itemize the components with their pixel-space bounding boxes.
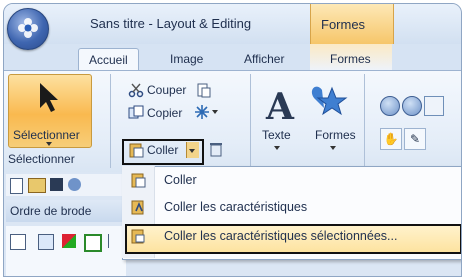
preview-icon[interactable] xyxy=(68,178,81,191)
shapes-button-label[interactable]: Formes xyxy=(315,128,356,142)
clipboard-icon xyxy=(129,143,144,158)
copy-icon xyxy=(128,105,144,119)
panel-title: Ordre de brode xyxy=(10,204,92,218)
quick-access-toolbar xyxy=(6,174,126,196)
paste-selected-properties-icon xyxy=(131,229,145,244)
zoom-in-icon[interactable] xyxy=(380,96,400,116)
tab-afficher[interactable]: Afficher xyxy=(244,48,284,70)
chevron-down-icon xyxy=(274,146,280,150)
text-icon: A xyxy=(266,86,294,128)
sparkle-icon[interactable] xyxy=(194,104,210,120)
tab-formes[interactable]: Formes xyxy=(330,48,371,70)
chevron-down-icon xyxy=(189,149,195,153)
pan-hand-icon[interactable]: ✋ xyxy=(380,128,402,150)
tab-image[interactable]: Image xyxy=(170,48,203,70)
tree-icon[interactable] xyxy=(38,234,54,250)
frame-icon[interactable] xyxy=(84,234,102,252)
tab-row xyxy=(4,44,461,70)
menu-item-paste-properties[interactable]: Coller les caractéristiques xyxy=(164,200,307,214)
app-window: Sans titre - Layout & Editing Formes Acc… xyxy=(3,3,462,277)
chevron-down-icon xyxy=(212,110,218,114)
app-menu-button[interactable] xyxy=(7,8,49,50)
group-separator xyxy=(364,74,365,168)
cut-button[interactable]: Couper xyxy=(147,83,186,97)
chevron-down-icon xyxy=(46,142,52,146)
group-separator xyxy=(110,74,111,168)
context-tab-label: Formes xyxy=(321,17,366,32)
cursor-arrow-icon xyxy=(40,83,58,112)
chevron-down-icon xyxy=(330,146,336,150)
open-folder-icon[interactable] xyxy=(28,178,46,193)
measure-icon[interactable]: ✎ xyxy=(404,128,426,150)
save-icon[interactable] xyxy=(50,178,63,191)
zoom-fit-icon[interactable] xyxy=(424,96,444,116)
select-button-label: Sélectionner xyxy=(13,128,80,142)
new-file-icon[interactable] xyxy=(10,178,23,194)
copy-button[interactable]: Copier xyxy=(147,106,182,120)
select-group-label: Sélectionner xyxy=(8,152,75,166)
menu-item-paste-selected-properties[interactable]: Coller les caractéristiques sélectionnée… xyxy=(164,229,397,243)
tab-accueil[interactable]: Accueil xyxy=(78,48,139,71)
flower-icon xyxy=(18,18,38,38)
paste-properties-icon xyxy=(131,200,144,215)
paste-special-icon[interactable] xyxy=(196,82,212,98)
color-swap-icon[interactable] xyxy=(62,234,76,248)
group-separator xyxy=(250,74,251,168)
heart-star-icon xyxy=(311,86,348,116)
window-title: Sans titre - Layout & Editing xyxy=(90,16,252,31)
sort-icon[interactable] xyxy=(108,234,121,248)
zoom-out-icon[interactable] xyxy=(402,96,422,116)
text-button-label[interactable]: Texte xyxy=(262,128,291,142)
menu-item-paste[interactable]: Coller xyxy=(164,173,197,187)
paste-button[interactable]: Coller xyxy=(147,143,178,157)
scissors-icon xyxy=(128,83,144,98)
clipboard-icon xyxy=(131,173,146,188)
grid-icon[interactable] xyxy=(10,234,26,250)
trash-icon[interactable] xyxy=(208,141,224,157)
